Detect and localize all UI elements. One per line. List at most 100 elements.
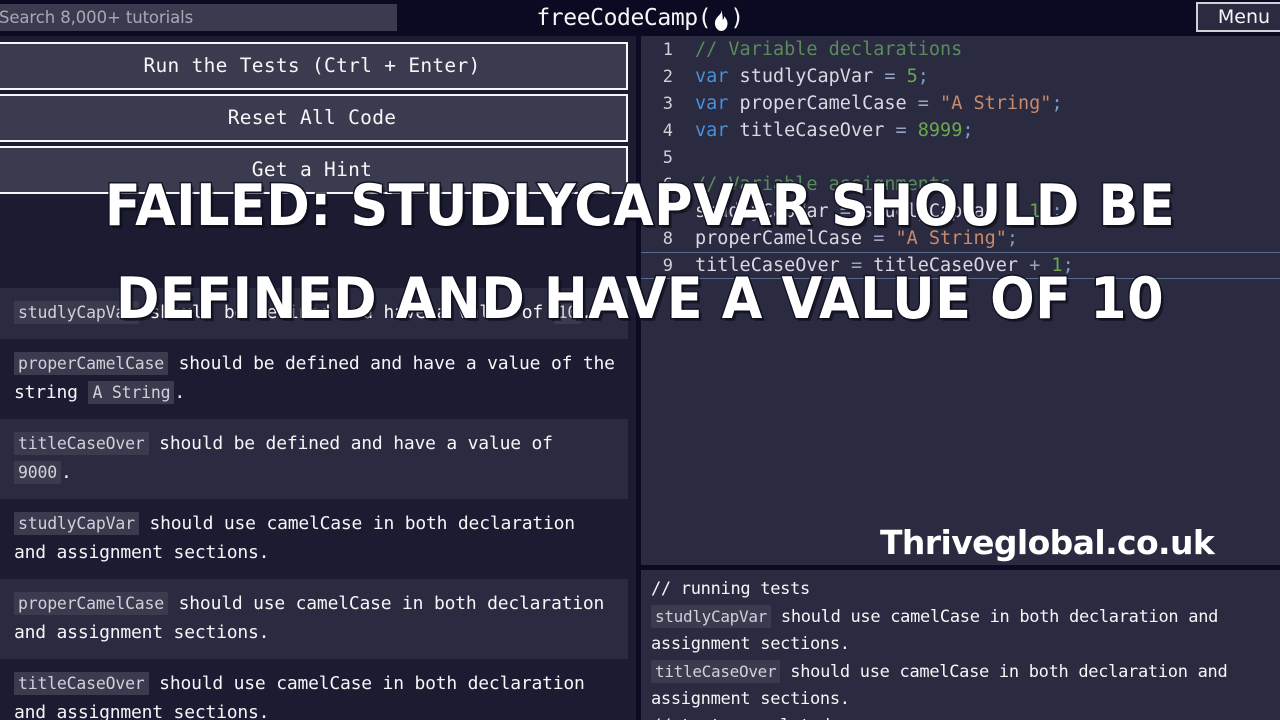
inline-code-chip: 10: [553, 301, 582, 324]
test-requirement-item: properCamelCase should use camelCase in …: [0, 579, 628, 659]
text-run: .: [581, 302, 592, 323]
code-line-text: // Variable assignments: [685, 174, 951, 195]
code-token: ;: [1051, 93, 1063, 114]
code-token: =: [884, 66, 896, 87]
code-token: var: [695, 93, 729, 114]
inline-code-chip: A String: [88, 381, 175, 404]
code-line[interactable]: 8 properCamelCase = "A String";: [641, 225, 1280, 252]
code-line[interactable]: 4 var titleCaseOver = 8999;: [641, 117, 1280, 144]
test-requirements-list: studlyCapVar should be defined and have …: [0, 288, 628, 720]
brand-text: freeCodeCamp( ): [536, 5, 744, 31]
code-token: =: [917, 93, 929, 114]
code-line[interactable]: 3 var properCamelCase = "A String";: [641, 90, 1280, 117]
code-line-text: // Variable declarations: [685, 39, 962, 60]
text-run: // running tests: [651, 579, 810, 599]
inline-code-chip: studlyCapVar: [651, 605, 771, 628]
inline-code-chip: studlyCapVar: [14, 301, 139, 324]
test-requirement-item: studlyCapVar should use camelCase in bot…: [0, 499, 628, 579]
console-line: studlyCapVar should use camelCase in bot…: [651, 603, 1280, 658]
code-line-text: var titleCaseOver = 8999;: [685, 120, 973, 141]
code-token: 8999: [906, 120, 963, 141]
code-line-text: titleCaseOver = titleCaseOver + 1;: [685, 255, 1074, 276]
inline-code-chip: properCamelCase: [14, 352, 169, 375]
instructions-panel: Run the Tests (Ctrl + Enter) Reset All Co…: [0, 36, 640, 720]
menu-button[interactable]: Menu: [1196, 2, 1280, 32]
code-token: properCamelCase: [728, 93, 918, 114]
code-token: studlyCapVar: [728, 66, 885, 87]
code-token: var: [695, 66, 729, 87]
test-requirement-item: titleCaseOver should be defined and have…: [0, 419, 628, 499]
search-input[interactable]: Search 8,000+ tutorials: [0, 4, 397, 31]
code-token: ;: [917, 66, 929, 87]
reset-all-code-button-label: Reset All Code: [227, 106, 397, 129]
code-line[interactable]: 6 // Variable assignments: [641, 171, 1280, 198]
code-line-text: var studlyCapVar = 5;: [685, 66, 929, 87]
code-token: =: [839, 201, 851, 222]
action-button-stack: Run the Tests (Ctrl + Enter) Reset All Co…: [0, 42, 640, 194]
flame-icon: [712, 9, 729, 31]
code-token: =: [873, 228, 885, 249]
console-line: // running tests: [651, 576, 1280, 603]
code-line[interactable]: 1 // Variable declarations: [641, 36, 1280, 63]
inline-code-chip: 9000: [14, 461, 61, 484]
code-token: +: [1029, 255, 1041, 276]
console-line: titleCaseOver should use camelCase in bo…: [651, 658, 1280, 713]
text-run: .: [60, 462, 72, 483]
code-line-text: var properCamelCase = "A String";: [685, 93, 1063, 114]
inline-code-chip: titleCaseOver: [14, 672, 149, 695]
watermark: Thriveglobal.co.uk: [880, 523, 1215, 562]
code-line-active[interactable]: 9 titleCaseOver = titleCaseOver + 1;: [641, 252, 1280, 279]
test-output-console: // running tests studlyCapVar should use …: [641, 570, 1280, 720]
line-number: 3: [662, 93, 673, 114]
test-requirement-item: properCamelCase should be defined and ha…: [0, 339, 628, 419]
code-token: ;: [1062, 255, 1074, 276]
inline-code-chip: properCamelCase: [14, 592, 169, 615]
test-requirement-item: studlyCapVar should be defined and have …: [0, 288, 628, 339]
code-line[interactable]: 2 var studlyCapVar = 5;: [641, 63, 1280, 90]
inline-code-chip: titleCaseOver: [14, 432, 149, 455]
code-line[interactable]: 5: [641, 144, 1280, 171]
code-token: "A String": [884, 228, 1007, 249]
code-token: "A String": [928, 93, 1052, 114]
line-number: 8: [662, 228, 673, 249]
run-tests-button-label: Run the Tests (Ctrl + Enter): [143, 54, 481, 77]
freecodecamp-challenge-page: Search 8,000+ tutorials freeCodeCamp( ) …: [0, 0, 1280, 720]
search-placeholder: Search 8,000+ tutorials: [0, 8, 194, 27]
line-number: 1: [662, 39, 673, 60]
inline-code-chip: studlyCapVar: [14, 512, 139, 535]
panel-divider[interactable]: [636, 36, 641, 720]
text-run: should be defined and have a value of: [148, 433, 553, 454]
code-token: // Variable assignments: [695, 174, 952, 195]
code-line[interactable]: 7 studlyCapVar = studlyCapVar + 10;: [641, 198, 1280, 225]
top-navbar: Search 8,000+ tutorials freeCodeCamp( ) …: [0, 0, 1280, 36]
code-token: titleCaseOver: [695, 255, 851, 276]
run-tests-button[interactable]: Run the Tests (Ctrl + Enter): [0, 42, 628, 90]
reset-all-code-button[interactable]: Reset All Code: [0, 94, 628, 142]
line-number: 6: [662, 174, 673, 195]
line-number: 7: [662, 201, 673, 222]
code-token: // Variable declarations: [695, 39, 963, 60]
code-token: titleCaseOver: [728, 120, 896, 141]
get-a-hint-button-label: Get a Hint: [251, 158, 373, 181]
get-a-hint-button[interactable]: Get a Hint: [0, 146, 628, 194]
test-requirement-item: titleCaseOver should use camelCase in bo…: [0, 659, 628, 720]
line-number: 2: [662, 66, 673, 87]
brand-paren-close: ): [730, 5, 744, 31]
code-token: =: [850, 255, 863, 276]
code-token: ;: [962, 120, 974, 141]
text-run: should be defined and have a value of: [138, 302, 554, 323]
code-token: 10: [1018, 201, 1052, 222]
code-token: studlyCapVar: [850, 201, 1007, 222]
code-editor[interactable]: 1 // Variable declarations 2 var studlyCapV…: [641, 36, 1280, 565]
code-token: +: [1006, 201, 1019, 222]
line-number: 9: [662, 255, 673, 276]
code-token: ;: [1006, 228, 1019, 249]
code-token: 5: [895, 66, 918, 87]
code-token: studlyCapVar: [695, 201, 840, 222]
text-run: .: [174, 382, 185, 403]
code-token: titleCaseOver: [862, 255, 1030, 276]
code-token: properCamelCase: [695, 228, 874, 249]
inline-code-chip: titleCaseOver: [651, 660, 781, 683]
line-number: 4: [662, 120, 673, 141]
console-line: // tests completed: [651, 713, 1280, 720]
